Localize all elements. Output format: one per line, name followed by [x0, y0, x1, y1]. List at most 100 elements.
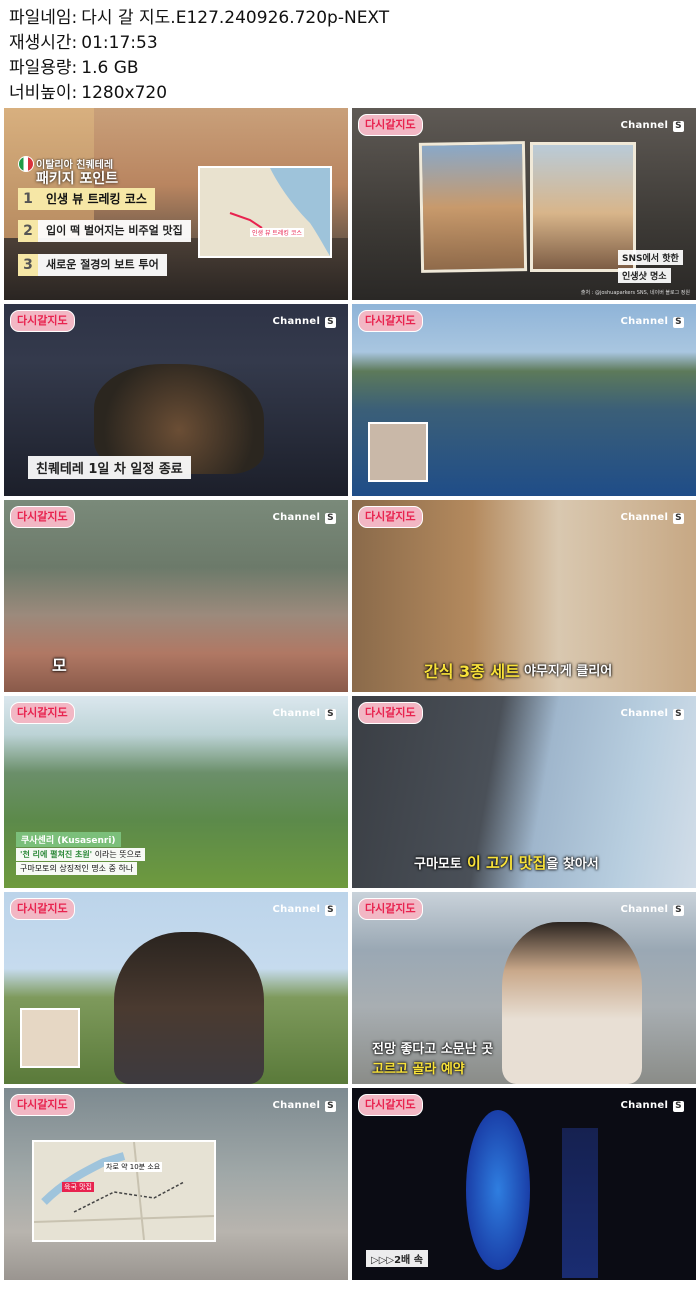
file-name-row: 파일네임: 다시 갈 지도.E127.240926.720p-NEXT [9, 6, 689, 31]
channel-s-icon: S [673, 317, 684, 328]
channel-name: Channel [272, 708, 321, 719]
reaction-cam-avatar [368, 422, 428, 482]
channel-name: Channel [272, 1100, 321, 1111]
channel-name: Channel [620, 512, 669, 523]
show-logo: 다시갈지도 [358, 506, 423, 528]
subtitle-caption: 전망 좋다고 소문난 곳 [372, 1042, 494, 1057]
thumbnail-9[interactable]: 다시갈지도 Channel S [4, 892, 348, 1084]
city-map-icon [33, 1141, 215, 1241]
channel-name: Channel [620, 316, 669, 327]
route-map: 차로 약 10분 소요 육국 맛집 [32, 1140, 216, 1242]
file-name-label: 파일네임: [9, 8, 78, 28]
show-logo: 다시갈지도 [10, 898, 75, 920]
point-row-1: 1 인생 뷰 트레킹 코스 [18, 188, 155, 210]
subtitle-text: 구마모토 [414, 857, 462, 872]
building-image [562, 1128, 598, 1278]
place-description-text: 이라는 뜻으로 [94, 850, 142, 859]
reaction-cam-avatar [20, 1008, 80, 1068]
point-row-2: 2 입이 떡 벌어지는 비주얼 맛집 [18, 220, 191, 242]
point-row-3: 3 새로운 절경의 보트 투어 [18, 254, 167, 276]
subtitle-caption: 야무지게 클리어 [524, 664, 613, 679]
person-image [502, 922, 642, 1084]
channel-logo: Channel S [620, 708, 684, 720]
channel-logo: Channel S [272, 316, 336, 328]
map-restaurant-label: 육국 맛집 [62, 1182, 94, 1192]
channel-name: Channel [272, 904, 321, 915]
duration-value: 01:17:53 [81, 33, 158, 53]
show-logo: 다시갈지도 [358, 702, 423, 724]
person-image [114, 932, 264, 1084]
thumbnail-12[interactable]: 다시갈지도 Channel S ▷▷▷2배 속 [352, 1088, 696, 1280]
channel-logo: Channel S [272, 512, 336, 524]
thumbnail-6[interactable]: 다시갈지도 Channel S 간식 3종 세트 야무지게 클리어 [352, 500, 696, 692]
point-number: 1 [18, 188, 38, 210]
channel-s-icon: S [673, 709, 684, 720]
thumbnail-2[interactable]: 다시갈지도 Channel S SNS에서 핫한 인생샷 명소 출처 : @jo… [352, 108, 696, 300]
photo-credit: 출처 : @joshuaparkers SNS, 네이버 블로그 정원 [580, 290, 690, 296]
duration-label: 재생시간: [9, 33, 78, 53]
thumbnail-11[interactable]: 다시갈지도 Channel S 차로 약 10분 소요 육국 맛집 [4, 1088, 348, 1280]
point-number: 2 [18, 220, 38, 242]
point-number: 3 [18, 254, 38, 276]
file-size-label: 파일용량: [9, 58, 78, 78]
show-logo: 다시갈지도 [10, 310, 75, 332]
point-text: 입이 떡 벌어지는 비주얼 맛집 [38, 220, 191, 242]
subtitle-highlight: 이 고기 맛집 [466, 854, 547, 872]
thumbnail-1[interactable]: 이탈리아 친퀘테레 패키지 포인트 1 인생 뷰 트레킹 코스 2 입이 떡 벌… [4, 108, 348, 300]
package-heading: 패키지 포인트 [36, 171, 119, 187]
subtitle-caption: 모 [52, 656, 67, 675]
place-description-line-1: '천 리에 펼쳐진 초원' 이라는 뜻으로 [16, 848, 146, 861]
channel-s-icon: S [325, 1101, 336, 1112]
route-map: 인생 뷰 트레킹 코스 [198, 166, 332, 258]
channel-s-icon: S [673, 121, 684, 132]
channel-s-icon: S [673, 1101, 684, 1112]
resolution-label: 너비높이: [9, 83, 78, 103]
italy-flag-icon [18, 156, 34, 172]
show-logo: 다시갈지도 [358, 898, 423, 920]
playback-speed-badge: ▷▷▷2배 속 [366, 1250, 428, 1267]
subtitle-caption: 구마모토 이 고기 맛집을 찾아서 [414, 852, 599, 873]
show-logo: 다시갈지도 [358, 114, 423, 136]
file-size-value: 1.6 GB [81, 58, 139, 78]
channel-logo: Channel S [620, 904, 684, 916]
channel-logo: Channel S [620, 316, 684, 328]
channel-logo: Channel S [620, 1100, 684, 1112]
thumbnail-5[interactable]: 다시갈지도 Channel S 모 [4, 500, 348, 692]
photo-spot-tag: 인생샷 명소 [618, 268, 671, 283]
place-tag: 쿠사센리 (Kusasenri) [16, 832, 121, 847]
channel-logo: Channel S [272, 708, 336, 720]
thumbnail-grid: 이탈리아 친퀘테레 패키지 포인트 1 인생 뷰 트레킹 코스 2 입이 떡 벌… [4, 108, 696, 1286]
point-text: 인생 뷰 트레킹 코스 [38, 188, 155, 210]
show-logo: 다시갈지도 [10, 506, 75, 528]
channel-s-icon: S [325, 513, 336, 524]
file-info-panel: 파일네임: 다시 갈 지도.E127.240926.720p-NEXT 재생시간:… [9, 6, 689, 106]
thumbnail-7[interactable]: 다시갈지도 Channel S 쿠사센리 (Kusasenri) '천 리에 펼… [4, 696, 348, 888]
channel-s-icon: S [673, 905, 684, 916]
show-logo: 다시갈지도 [358, 310, 423, 332]
map-route-label: 인생 뷰 트레킹 코스 [250, 228, 304, 237]
place-description-line-2: 구마모토의 상징적인 명소 중 하나 [16, 862, 138, 875]
place-name-en: Kusasenri [61, 836, 112, 846]
subtitle-highlight: 고르고 골라 예약 [372, 1062, 465, 1077]
resolution-value: 1280x720 [81, 83, 168, 103]
subtitle-text: 을 찾아서 [546, 857, 599, 872]
thumbnail-3[interactable]: 다시갈지도 Channel S 친퀘테레 1일 차 일정 종료 [4, 304, 348, 496]
channel-s-icon: S [673, 513, 684, 524]
show-logo: 다시갈지도 [10, 1094, 75, 1116]
show-logo: 다시갈지도 [358, 1094, 423, 1116]
file-size-row: 파일용량: 1.6 GB [9, 56, 689, 81]
thumbnail-8[interactable]: 다시갈지도 Channel S 구마모토 이 고기 맛집을 찾아서 [352, 696, 696, 888]
channel-name: Channel [620, 708, 669, 719]
subtitle-highlight: 간식 3종 세트 [424, 662, 520, 681]
channel-name: Channel [620, 904, 669, 915]
thumbnail-10[interactable]: 다시갈지도 Channel S 전망 좋다고 소문난 곳 고르고 골라 예약 [352, 892, 696, 1084]
channel-s-icon: S [325, 905, 336, 916]
show-logo: 다시갈지도 [10, 702, 75, 724]
channel-name: Channel [272, 512, 321, 523]
resolution-row: 너비높이: 1280x720 [9, 81, 689, 106]
channel-logo: Channel S [620, 120, 684, 132]
channel-logo: Channel S [272, 1100, 336, 1112]
thumbnail-4[interactable]: 다시갈지도 Channel S [352, 304, 696, 496]
channel-s-icon: S [325, 709, 336, 720]
sns-tag: SNS에서 핫한 [618, 250, 683, 265]
